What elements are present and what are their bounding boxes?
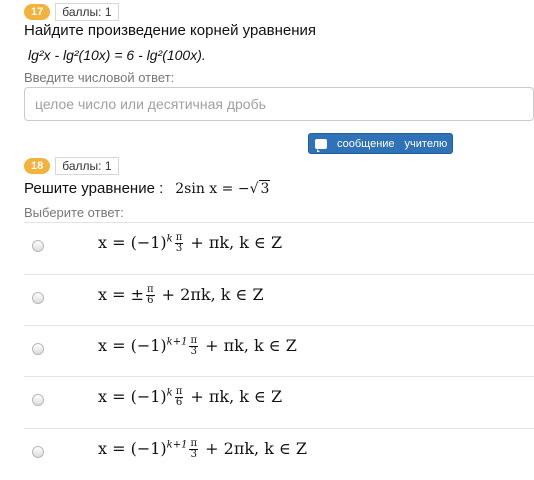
question-18-header: 18 баллы: 1 — [24, 157, 119, 175]
option-formula: x = (−1)k π 6 + πk, k ∈ Z — [98, 387, 282, 408]
question-17-header: 17 баллы: 1 — [24, 3, 119, 21]
answer-option[interactable]: x = (−1)k π 3 + πk, k ∈ Z — [24, 222, 534, 274]
radio-button[interactable] — [32, 292, 44, 304]
choose-answer-label: Выберите ответ: — [24, 205, 124, 220]
radio-button[interactable] — [32, 240, 44, 252]
formula-suffix: + πk, k ∈ Z — [200, 336, 297, 355]
score-label: баллы: 1 — [55, 157, 119, 175]
question-18-equation: 2sin x = −√ 3 — [175, 179, 271, 197]
equation-radicand: 3 — [259, 179, 271, 197]
option-formula: x = (−1)k π 3 + πk, k ∈ Z — [98, 233, 282, 254]
formula-exponent: k+1 — [166, 439, 188, 451]
option-formula: x = ± π 6 + 2πk, k ∈ Z — [98, 285, 264, 306]
formula-prefix: x = (−1) — [98, 336, 167, 355]
formula-prefix: x = (−1) — [98, 439, 167, 458]
formula-fraction: π6 — [146, 284, 155, 306]
speech-bubble-icon — [315, 138, 327, 152]
question-18-title-row: Решите уравнение : 2sin x = −√ 3 — [24, 179, 271, 197]
radio-button[interactable] — [32, 394, 44, 406]
formula-suffix: + πk, k ∈ Z — [185, 233, 283, 252]
answer-hint-label: Введите числовой ответ: — [24, 70, 175, 85]
formula-fraction: π3 — [189, 335, 199, 357]
formula-prefix: x = (−1) — [98, 233, 167, 252]
score-label: баллы: 1 — [55, 3, 119, 21]
message-button-label: сообщение — [337, 137, 395, 150]
formula-exponent: k — [166, 233, 173, 245]
radio-button[interactable] — [32, 343, 44, 355]
formula-suffix: + 2πk, k ∈ Z — [200, 439, 308, 458]
question-17-equation: lg²x - lg²(10x) = 6 - lg²(100x). — [28, 47, 206, 63]
question-number-badge: 18 — [24, 158, 51, 174]
formula-fraction: π3 — [189, 438, 199, 460]
formula-prefix: x = ± — [98, 285, 145, 304]
answer-option[interactable]: x = (−1)k+1 π 3 + 2πk, k ∈ Z — [24, 428, 534, 480]
formula-suffix: + πk, k ∈ Z — [185, 387, 283, 406]
formula-fraction: π3 — [174, 232, 184, 254]
question-17-title: Найдите произведение корней уравнения — [24, 22, 317, 39]
radio-button[interactable] — [32, 446, 44, 458]
formula-exponent: k — [166, 387, 173, 399]
option-formula: x = (−1)k+1 π 3 + πk, k ∈ Z — [98, 336, 297, 357]
answer-option[interactable]: x = (−1)k π 6 + πk, k ∈ Z — [24, 376, 534, 428]
answer-option[interactable]: x = (−1)k+1 π 3 + πk, k ∈ Z — [24, 325, 534, 377]
equation-lhs: 2sin x = − — [175, 180, 250, 197]
question-18-title: Решите уравнение : — [24, 180, 164, 197]
formula-fraction: π6 — [174, 386, 184, 408]
message-button-label-2: учителю — [404, 137, 448, 150]
formula-exponent: k+1 — [166, 336, 188, 348]
question-number-badge: 17 — [24, 4, 51, 20]
formula-suffix: + 2πk, k ∈ Z — [156, 285, 264, 304]
message-teacher-button[interactable]: сообщение учителю — [308, 133, 453, 154]
option-formula: x = (−1)k+1 π 3 + 2πk, k ∈ Z — [98, 439, 307, 460]
formula-prefix: x = (−1) — [98, 387, 167, 406]
answer-option[interactable]: x = ± π 6 + 2πk, k ∈ Z — [24, 274, 534, 326]
numeric-answer-input[interactable] — [24, 87, 534, 121]
